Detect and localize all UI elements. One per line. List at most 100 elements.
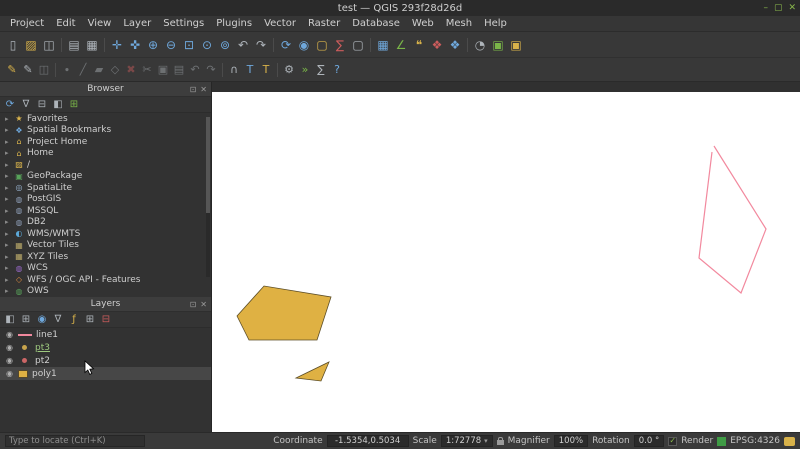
- layer-row-pt3[interactable]: ◉ pt3: [0, 341, 211, 354]
- python-console-icon[interactable]: »: [297, 62, 313, 78]
- filter-browser-icon[interactable]: ∇: [19, 98, 33, 112]
- visibility-checkbox[interactable]: ◉: [5, 369, 14, 378]
- undock-icon[interactable]: ⊡: [190, 300, 197, 309]
- select-by-expression-icon[interactable]: ∑: [331, 36, 349, 54]
- new-3d-map-view-icon[interactable]: ▣: [489, 36, 507, 54]
- expand-arrow-icon[interactable]: ▸: [5, 287, 11, 295]
- menu-mesh[interactable]: Mesh: [440, 18, 478, 29]
- expand-arrow-icon[interactable]: ▸: [5, 126, 11, 134]
- new-project-icon[interactable]: ▯: [4, 36, 22, 54]
- menu-edit[interactable]: Edit: [50, 18, 81, 29]
- menu-settings[interactable]: Settings: [157, 18, 210, 29]
- current-edits-icon[interactable]: ✎: [4, 62, 20, 78]
- filter-legend-icon[interactable]: ∇: [51, 313, 65, 327]
- menu-web[interactable]: Web: [406, 18, 440, 29]
- layers-panel-header[interactable]: Layers ⊡ ✕: [0, 297, 211, 312]
- browser-item-home[interactable]: ▸ ⌂ Home: [0, 148, 211, 160]
- refresh-browser-icon[interactable]: ⟳: [3, 98, 17, 112]
- messages-icon[interactable]: ▣: [507, 36, 525, 54]
- menu-layer[interactable]: Layer: [117, 18, 157, 29]
- layer-labeling-icon[interactable]: T: [242, 62, 258, 78]
- visibility-checkbox[interactable]: ◉: [5, 330, 14, 339]
- map-feature-line1[interactable]: [698, 145, 767, 294]
- browser-item-geopackage[interactable]: ▸ ▣ GeoPackage: [0, 171, 211, 183]
- layer-diagram-icon[interactable]: T: [258, 62, 274, 78]
- delete-selected-icon[interactable]: ✖: [123, 62, 139, 78]
- crs-button[interactable]: EPSG:4326: [730, 436, 780, 446]
- map-canvas[interactable]: [212, 92, 800, 432]
- zoom-full-icon[interactable]: ⊡: [180, 36, 198, 54]
- render-checkbox[interactable]: ✓: [668, 436, 678, 446]
- expand-arrow-icon[interactable]: ▸: [5, 218, 11, 226]
- vertex-tool-icon[interactable]: ◇: [107, 62, 123, 78]
- digitize-polygon-icon[interactable]: ▰: [91, 62, 107, 78]
- browser-item-spatialite[interactable]: ▸ ◎ SpatiaLite: [0, 182, 211, 194]
- minimize-icon[interactable]: –: [763, 3, 768, 13]
- zoom-last-icon[interactable]: ↶: [234, 36, 252, 54]
- expand-arrow-icon[interactable]: ▸: [5, 172, 11, 180]
- map-feature-poly1-small[interactable]: [294, 361, 330, 382]
- expand-all-icon[interactable]: ⊞: [83, 313, 97, 327]
- remove-layer-icon[interactable]: ⊟: [99, 313, 113, 327]
- lock-scale-icon[interactable]: [496, 436, 504, 445]
- processing-toolbox-icon[interactable]: ⚙: [281, 62, 297, 78]
- statistical-summary-icon[interactable]: ∑: [313, 62, 329, 78]
- save-project-icon[interactable]: ◫: [40, 36, 58, 54]
- menu-plugins[interactable]: Plugins: [210, 18, 258, 29]
- properties-widget-icon[interactable]: ◧: [51, 98, 65, 112]
- browser-item-wcs[interactable]: ▸ ◍ WCS: [0, 263, 211, 275]
- pan-map-icon[interactable]: ✛: [108, 36, 126, 54]
- save-edits-icon[interactable]: ◫: [36, 62, 52, 78]
- browser-item-favorites[interactable]: ▸ ★ Favorites: [0, 113, 211, 125]
- help-icon[interactable]: ?: [329, 62, 345, 78]
- identify-features-icon[interactable]: ◉: [295, 36, 313, 54]
- maximize-icon[interactable]: ▢: [774, 3, 783, 13]
- pan-to-selection-icon[interactable]: ✜: [126, 36, 144, 54]
- expand-arrow-icon[interactable]: ▸: [5, 264, 11, 272]
- deselect-features-icon[interactable]: ▢: [349, 36, 367, 54]
- browser-item-vector-tiles[interactable]: ▸ ▦ Vector Tiles: [0, 240, 211, 252]
- menu-raster[interactable]: Raster: [302, 18, 346, 29]
- new-print-layout-icon[interactable]: ▤: [65, 36, 83, 54]
- visibility-checkbox[interactable]: ◉: [5, 356, 14, 365]
- paste-features-icon[interactable]: ▤: [171, 62, 187, 78]
- browser-scrollbar[interactable]: [206, 117, 210, 277]
- close-icon[interactable]: ✕: [200, 300, 207, 309]
- browser-item-ows[interactable]: ▸ ◍ OWS: [0, 286, 211, 298]
- browser-item-wfs[interactable]: ▸ ◇ WFS / OGC API - Features: [0, 274, 211, 286]
- expand-arrow-icon[interactable]: ▸: [5, 195, 11, 203]
- zoom-next-icon[interactable]: ↷: [252, 36, 270, 54]
- toggle-editing-icon[interactable]: ✎: [20, 62, 36, 78]
- map-tips-icon[interactable]: ❝: [410, 36, 428, 54]
- close-icon[interactable]: ✕: [200, 85, 207, 94]
- menu-project[interactable]: Project: [4, 18, 50, 29]
- map-feature-poly1-main[interactable]: [236, 285, 332, 341]
- map-themes-icon[interactable]: ◉: [35, 313, 49, 327]
- expand-arrow-icon[interactable]: ▸: [5, 184, 11, 192]
- menu-vector[interactable]: Vector: [258, 18, 302, 29]
- digitize-line-icon[interactable]: ╱: [75, 62, 91, 78]
- menu-help[interactable]: Help: [478, 18, 513, 29]
- visibility-checkbox[interactable]: ◉: [5, 343, 14, 352]
- browser-item-spatial-bookmarks[interactable]: ▸ ❖ Spatial Bookmarks: [0, 125, 211, 137]
- expand-arrow-icon[interactable]: ▸: [5, 207, 11, 215]
- layer-row-pt2[interactable]: ◉ pt2: [0, 354, 211, 367]
- expand-arrow-icon[interactable]: ▸: [5, 253, 11, 261]
- magnifier-spinbox[interactable]: 100%: [553, 435, 589, 447]
- new-bookmark-icon[interactable]: ❖: [428, 36, 446, 54]
- expand-arrow-icon[interactable]: ▸: [5, 241, 11, 249]
- temporal-controller-icon[interactable]: ◔: [471, 36, 489, 54]
- cut-features-icon[interactable]: ✂: [139, 62, 155, 78]
- zoom-to-selection-icon[interactable]: ⊙: [198, 36, 216, 54]
- scale-combobox[interactable]: 1:72778 ▾: [440, 435, 493, 447]
- expand-arrow-icon[interactable]: ▸: [5, 230, 11, 238]
- expand-arrow-icon[interactable]: ▸: [5, 138, 11, 146]
- layer-row-line1[interactable]: ◉ line1: [0, 328, 211, 341]
- add-group-icon[interactable]: ⊞: [19, 313, 33, 327]
- zoom-to-layer-icon[interactable]: ⊚: [216, 36, 234, 54]
- digitize-point-icon[interactable]: ∙: [59, 62, 75, 78]
- scrollbar-thumb[interactable]: [206, 117, 210, 213]
- snapping-options-icon[interactable]: ∩: [226, 62, 242, 78]
- close-icon[interactable]: ✕: [788, 3, 796, 13]
- copy-features-icon[interactable]: ▣: [155, 62, 171, 78]
